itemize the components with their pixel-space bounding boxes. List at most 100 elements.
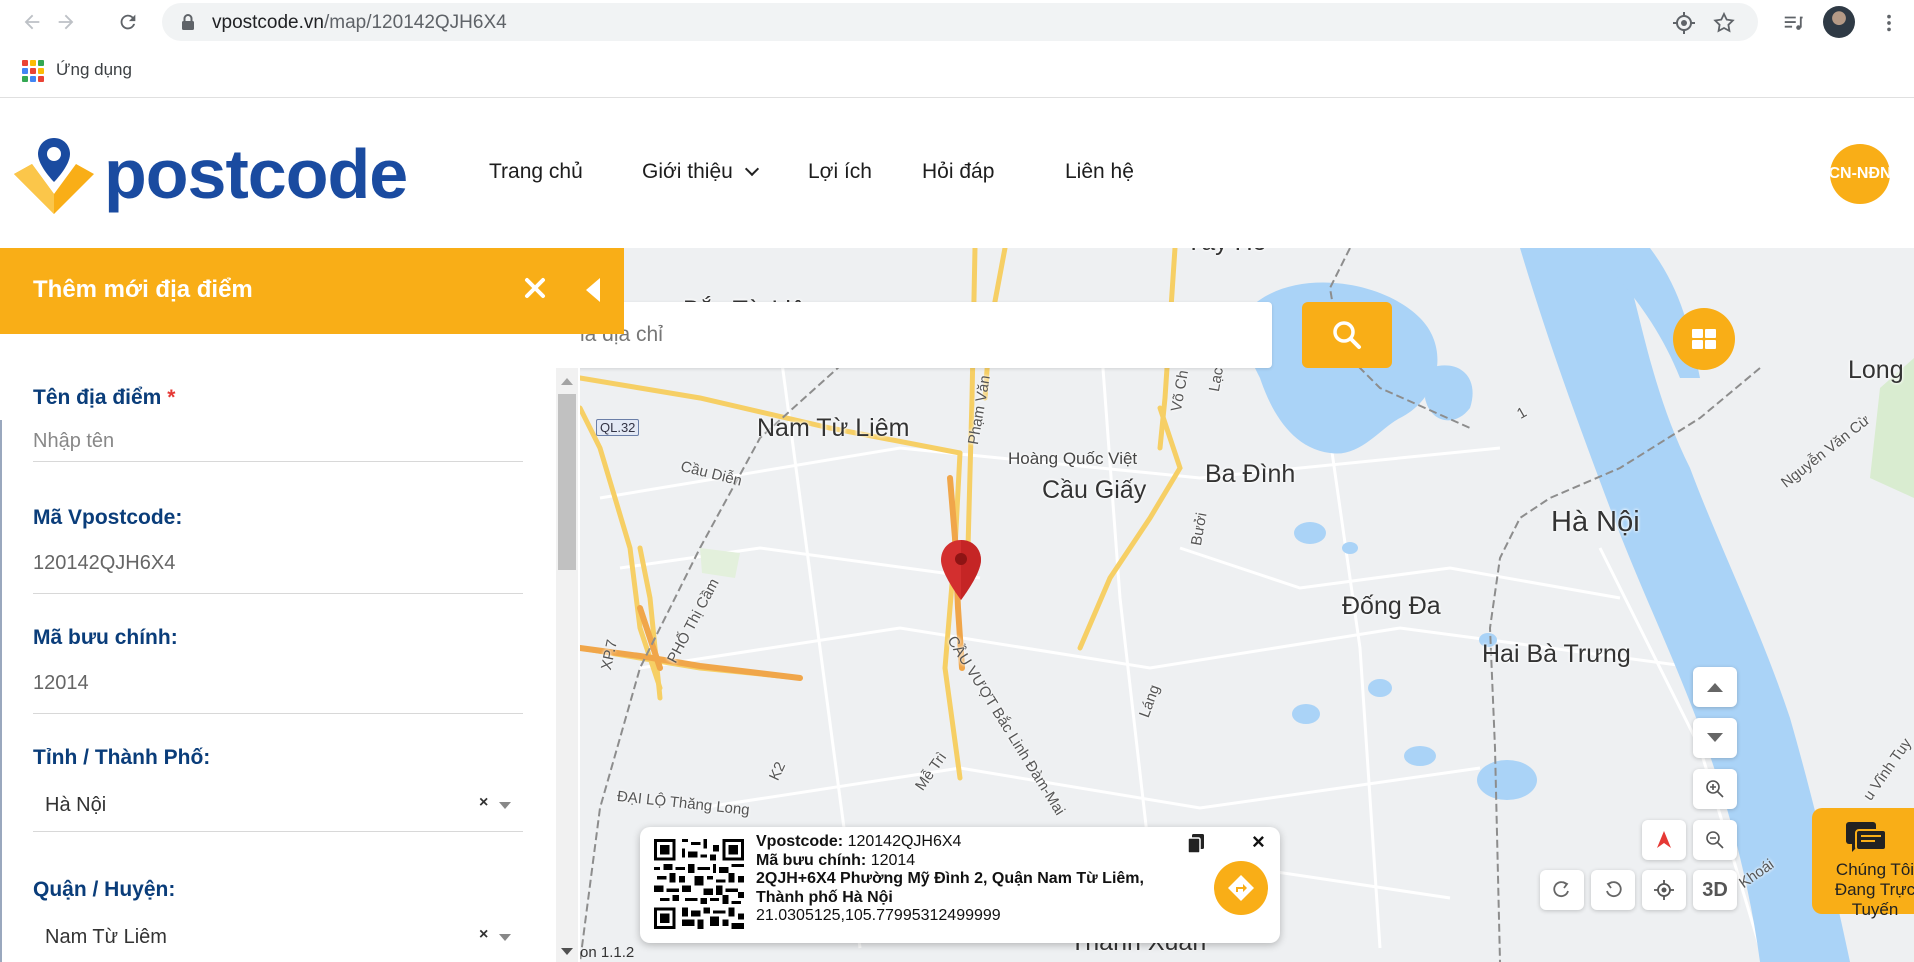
map-label-hoang-quoc-viet: Hoàng Quốc Việt <box>1008 449 1138 468</box>
map-label-hai-ba-trung: Hai Bà Trưng <box>1482 640 1631 668</box>
url-text[interactable]: vpostcode.vn/map/120142QJH6X4 <box>212 12 507 34</box>
scroll-down-arrow-icon[interactable] <box>561 948 573 955</box>
toggle-3d-label: 3D <box>1702 878 1728 901</box>
info-card-details: Vpostcode: 120142QJH6X4 Mã bưu chính: 12… <box>756 833 1216 926</box>
site-logo[interactable]: postcode <box>12 134 408 214</box>
map-search-box[interactable] <box>538 302 1272 368</box>
vpostcode-underline <box>33 593 523 594</box>
map-label-cau-giay: Cầu Giấy <box>1042 476 1147 504</box>
info-postal-value: 12014 <box>870 851 916 869</box>
qr-code-image <box>654 839 744 929</box>
star-icon[interactable] <box>1712 11 1736 35</box>
logo-mark-icon <box>14 138 94 214</box>
nav-contact[interactable]: Liên hệ <box>1065 160 1134 184</box>
chat-bubble-icon <box>1846 822 1887 852</box>
district-label: Quận / Huyện: <box>33 878 176 901</box>
bookmarks-bar: Ứng dụng <box>0 44 1914 98</box>
compass-north-icon <box>1657 831 1671 848</box>
copy-icon[interactable] <box>1186 833 1206 855</box>
forward-arrow-icon[interactable] <box>52 8 80 36</box>
zoom-out-icon <box>1706 831 1724 849</box>
vpostcode-value[interactable]: 120142QJH6X4 <box>33 552 175 575</box>
nav-about-label: Giới thiệu <box>642 160 733 183</box>
nav-contact-label: Liên hệ <box>1065 160 1134 183</box>
directions-icon <box>1228 875 1254 901</box>
url-path: /map/120142QJH6X4 <box>323 12 507 33</box>
add-place-panel-body: Tên địa điểm * Mã Vpostcode: 120142QJH6X… <box>0 334 580 962</box>
scroll-up-arrow-icon[interactable] <box>561 378 573 385</box>
media-queue-icon[interactable] <box>1778 8 1808 38</box>
location-pin-icon[interactable] <box>938 538 984 604</box>
province-label: Tỉnh / Thành Phố: <box>33 746 211 769</box>
map-label-dong-da: Đống Đa <box>1342 592 1441 620</box>
caret-down-icon <box>1707 733 1723 742</box>
nav-about[interactable]: Giới thiệu <box>642 160 759 184</box>
close-icon <box>525 278 545 298</box>
district-selected-value: Nam Từ Liêm <box>45 926 167 948</box>
panel-scrollbar-thumb[interactable] <box>558 394 576 570</box>
grid-layers-icon <box>1692 329 1716 349</box>
info-vpostcode-line: Vpostcode: 120142QJH6X4 <box>756 833 1216 852</box>
zoom-out-button[interactable] <box>1693 820 1737 860</box>
lock-icon[interactable] <box>180 13 196 31</box>
site-header: postcode Trang chủ Giới thiệu Lợi ích Hỏ… <box>0 98 1914 248</box>
nav-benefits[interactable]: Lợi ích <box>808 160 872 184</box>
info-postal-key: Mã bưu chính: <box>756 851 867 869</box>
rotate-left-button[interactable] <box>1591 870 1635 910</box>
postal-code-label: Mã bưu chính: <box>33 626 178 649</box>
panel-title: Thêm mới địa điểm <box>33 276 253 303</box>
zoom-in-button[interactable] <box>1693 769 1737 809</box>
kebab-menu-icon[interactable] <box>1874 8 1904 38</box>
add-place-panel-header: Thêm mới địa điểm <box>0 248 624 334</box>
place-name-label-text: Tên địa điểm <box>33 386 162 409</box>
map-layers-button[interactable] <box>1673 308 1735 370</box>
chat-widget-text: Chúng Tôi Đang Trực Tuyến <box>1820 860 1914 920</box>
apps-bookmark-label[interactable]: Ứng dụng <box>56 60 132 80</box>
collapse-panel-icon[interactable] <box>586 278 600 302</box>
rotate-right-button[interactable] <box>1540 870 1584 910</box>
nav-home[interactable]: Trang chủ <box>489 160 583 184</box>
chat-line-2: Đang Trực <box>1834 880 1914 899</box>
map-search-button[interactable] <box>1302 302 1392 368</box>
directions-button[interactable] <box>1214 861 1268 915</box>
toggle-3d-button[interactable]: 3D <box>1693 870 1737 910</box>
province-clear-icon[interactable]: × <box>479 794 488 812</box>
browser-toolbar: vpostcode.vn/map/120142QJH6X4 <box>0 0 1914 44</box>
compass-button[interactable] <box>1642 820 1686 860</box>
info-address-line-2: Thành phố Hà Nội <box>756 888 893 906</box>
nav-faq-label: Hỏi đáp <box>922 160 995 183</box>
address-bar[interactable]: vpostcode.vn/map/120142QJH6X4 <box>162 3 1758 41</box>
close-panel-button[interactable] <box>524 270 546 306</box>
vpostcode-label: Mã Vpostcode: <box>33 506 183 529</box>
info-coordinates: 21.0305125,105.77995312499999 <box>756 907 1001 924</box>
district-clear-icon[interactable]: × <box>479 926 488 944</box>
map-search-input[interactable] <box>538 302 1272 368</box>
search-icon <box>1333 321 1361 349</box>
reload-icon[interactable] <box>114 8 142 36</box>
tilt-down-button[interactable] <box>1693 718 1737 758</box>
my-location-button[interactable] <box>1642 870 1686 910</box>
rotate-left-icon <box>1606 881 1622 898</box>
nav-home-label: Trang chủ <box>489 160 583 183</box>
tilt-up-button[interactable] <box>1693 667 1737 707</box>
nav-faq[interactable]: Hỏi đáp <box>922 160 994 184</box>
province-selected-value: Hà Nội <box>45 794 107 816</box>
panel-edge-line <box>0 420 2 962</box>
live-chat-widget[interactable]: Chúng Tôi Đang Trực Tuyến <box>1812 808 1914 919</box>
postal-code-value[interactable]: 12014 <box>33 672 89 695</box>
info-vpostcode-key: Vpostcode: <box>756 833 844 850</box>
map-label-ha-noi: Hà Nội <box>1551 506 1640 538</box>
apps-grid-icon[interactable] <box>22 60 44 82</box>
district-select[interactable]: Nam Từ Liêm × <box>33 912 523 962</box>
zoom-in-icon <box>1706 780 1724 798</box>
location-info-card: Vpostcode: 120142QJH6X4 Mã bưu chính: 12… <box>640 827 1280 943</box>
info-postal-line: Mã bưu chính: 12014 <box>756 852 1216 871</box>
close-info-card-button[interactable]: × <box>1252 831 1265 853</box>
profile-avatar[interactable] <box>1823 6 1855 38</box>
place-name-input[interactable] <box>33 422 523 462</box>
user-badge[interactable]: CN-NĐN <box>1830 144 1890 204</box>
district-caret-icon <box>499 934 511 941</box>
location-target-icon[interactable] <box>1672 11 1696 35</box>
province-select[interactable]: Hà Nội × <box>33 780 523 832</box>
back-arrow-icon[interactable] <box>18 8 46 36</box>
